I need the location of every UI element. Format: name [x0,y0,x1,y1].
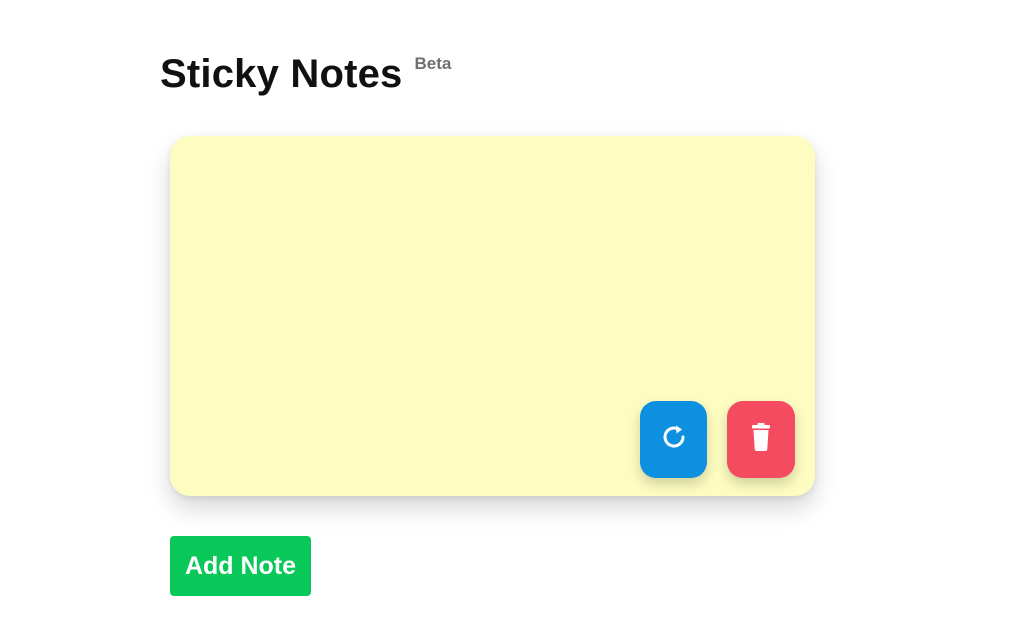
page-title: Sticky Notes [160,52,403,96]
delete-note-button[interactable] [727,401,795,478]
beta-badge: Beta [414,54,452,73]
trash-icon [746,420,776,459]
refresh-icon [657,420,691,459]
add-note-button[interactable]: Add Note [170,536,311,596]
note-text-area[interactable] [170,136,815,496]
sticky-notes-page: Sticky Notes Beta Add Note [0,0,1020,638]
page-header: Sticky Notes Beta [160,52,451,96]
refresh-note-button[interactable] [640,401,707,478]
sticky-note [170,136,815,496]
